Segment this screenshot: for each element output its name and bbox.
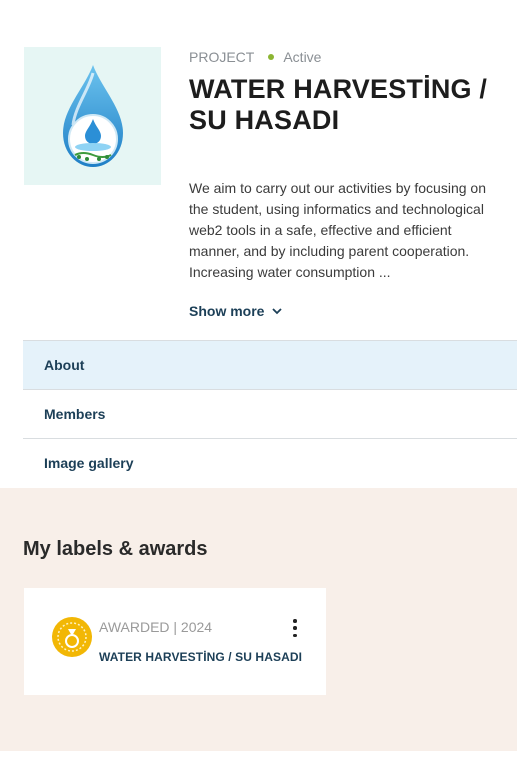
labels-heading: My labels & awards <box>23 538 208 560</box>
project-meta: PROJECT Active <box>189 49 321 65</box>
award-badge-icon <box>52 617 92 657</box>
show-more-button[interactable]: Show more <box>189 303 283 319</box>
award-card[interactable]: AWARDED | 2024 WATER HARVESTİNG / SU HAS… <box>24 588 326 695</box>
more-options-icon[interactable] <box>288 619 302 637</box>
project-header: PROJECT Active WATER HARVESTİNG / SU HAS… <box>0 0 517 340</box>
tab-image-gallery[interactable]: Image gallery <box>23 438 517 487</box>
project-type-label: PROJECT <box>189 49 255 65</box>
water-drop-logo-icon <box>62 65 123 167</box>
tab-label: Members <box>44 406 106 422</box>
project-tabs: About Members Image gallery <box>23 340 517 487</box>
tab-label: Image gallery <box>44 455 134 471</box>
project-title: WATER HARVESTİNG / SU HASADI <box>189 74 488 135</box>
project-logo <box>24 47 161 185</box>
status-dot-icon <box>268 54 275 60</box>
chevron-down-icon <box>272 307 283 315</box>
project-description: We aim to carry out our activities by fo… <box>189 180 486 280</box>
tab-about[interactable]: About <box>23 340 517 389</box>
project-status: Active <box>283 49 322 65</box>
footer-strip <box>0 751 517 768</box>
tab-label: About <box>44 357 85 373</box>
show-more-label: Show more <box>189 303 265 319</box>
tab-members[interactable]: Members <box>23 389 517 438</box>
award-meta: AWARDED | 2024 <box>99 619 213 635</box>
labels-awards-section: My labels & awards AWARDED | 2024 WATER … <box>0 488 517 751</box>
award-name[interactable]: WATER HARVESTİNG / SU HASADI <box>99 650 302 664</box>
